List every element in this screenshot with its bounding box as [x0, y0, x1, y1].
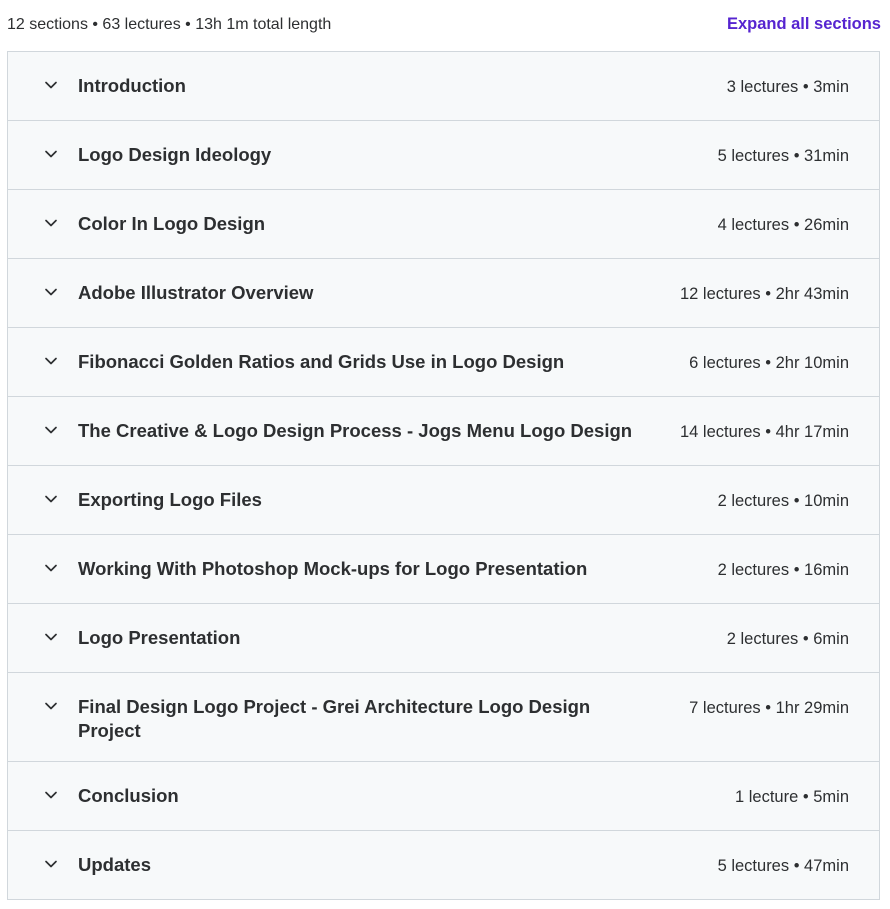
section-title: Updates — [78, 854, 151, 875]
section-meta: 5 lectures • 31min — [717, 147, 849, 165]
section-creative-logo-design-process[interactable]: The Creative & Logo Design Process - Jog… — [8, 397, 879, 466]
chevron-down-icon[interactable] — [44, 78, 58, 92]
section-title: Final Design Logo Project - Grei Archite… — [78, 696, 591, 741]
section-title: Adobe Illustrator Overview — [78, 282, 314, 303]
chevron-down-icon[interactable] — [44, 699, 58, 713]
section-meta: 2 lectures • 10min — [717, 492, 849, 510]
chevron-down-icon[interactable] — [44, 354, 58, 368]
section-meta: 7 lectures • 1hr 29min — [689, 699, 849, 717]
section-logo-design-ideology[interactable]: Logo Design Ideology 5 lectures • 31min — [8, 121, 879, 190]
section-meta: 14 lectures • 4hr 17min — [679, 423, 849, 441]
section-fibonacci-golden-ratios[interactable]: Fibonacci Golden Ratios and Grids Use in… — [8, 328, 879, 397]
chevron-down-icon[interactable] — [44, 216, 58, 230]
section-title: Introduction — [78, 75, 186, 96]
section-meta: 4 lectures • 26min — [717, 216, 849, 234]
section-updates[interactable]: Updates 5 lectures • 47min — [8, 831, 879, 900]
section-title: Logo Presentation — [78, 627, 241, 648]
chevron-down-icon[interactable] — [44, 561, 58, 575]
chevron-down-icon[interactable] — [44, 492, 58, 506]
chevron-down-icon[interactable] — [44, 147, 58, 161]
section-introduction[interactable]: Introduction 3 lectures • 3min — [8, 52, 879, 121]
section-meta: 3 lectures • 3min — [726, 78, 849, 96]
section-title: Conclusion — [78, 785, 179, 806]
section-meta: 6 lectures • 2hr 10min — [689, 354, 849, 372]
chevron-down-icon[interactable] — [44, 788, 58, 802]
section-conclusion[interactable]: Conclusion 1 lecture • 5min — [8, 762, 879, 831]
section-exporting-logo-files[interactable]: Exporting Logo Files 2 lectures • 10min — [8, 466, 879, 535]
chevron-down-icon[interactable] — [44, 423, 58, 437]
section-meta: 2 lectures • 6min — [726, 630, 849, 648]
section-meta: 12 lectures • 2hr 43min — [679, 285, 849, 303]
chevron-down-icon[interactable] — [44, 285, 58, 299]
section-title: Fibonacci Golden Ratios and Grids Use in… — [78, 351, 565, 372]
section-logo-presentation[interactable]: Logo Presentation 2 lectures • 6min — [8, 604, 879, 673]
section-meta: 2 lectures • 16min — [717, 561, 849, 579]
section-adobe-illustrator-overview[interactable]: Adobe Illustrator Overview 12 lectures •… — [8, 259, 879, 328]
section-title: The Creative & Logo Design Process - Jog… — [78, 420, 633, 441]
course-summary: 12 sections • 63 lectures • 13h 1m total… — [7, 16, 332, 33]
section-color-in-logo-design[interactable]: Color In Logo Design 4 lectures • 26min — [8, 190, 879, 259]
section-title: Logo Design Ideology — [78, 144, 272, 165]
section-final-design-logo-project[interactable]: Final Design Logo Project - Grei Archite… — [8, 673, 879, 762]
curriculum-accordion: Introduction 3 lectures • 3min Logo Desi… — [7, 51, 880, 900]
curriculum-header: 12 sections • 63 lectures • 13h 1m total… — [0, 0, 890, 51]
expand-all-sections-button[interactable]: Expand all sections — [727, 15, 881, 34]
section-title: Exporting Logo Files — [78, 489, 262, 510]
chevron-down-icon[interactable] — [44, 857, 58, 871]
section-title: Working With Photoshop Mock-ups for Logo… — [78, 558, 588, 579]
section-photoshop-mockups[interactable]: Working With Photoshop Mock-ups for Logo… — [8, 535, 879, 604]
section-meta: 5 lectures • 47min — [717, 857, 849, 875]
section-title: Color In Logo Design — [78, 213, 266, 234]
chevron-down-icon[interactable] — [44, 630, 58, 644]
section-meta: 1 lecture • 5min — [735, 788, 849, 806]
